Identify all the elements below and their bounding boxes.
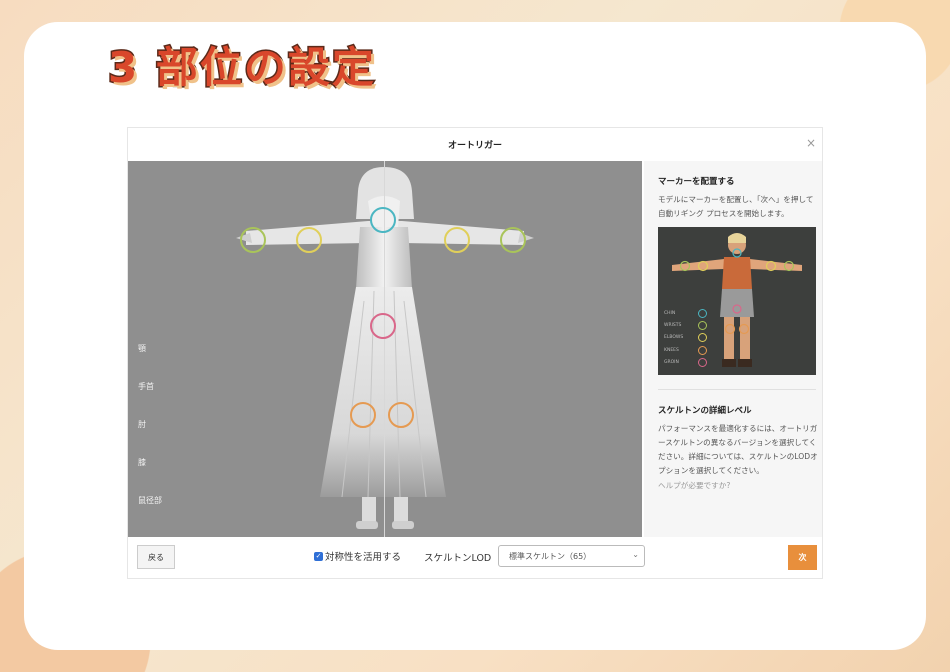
lod-selected-value: 標準スケルトン（65）	[509, 551, 592, 561]
legend-wrists: WRISTS	[664, 322, 682, 328]
wrist-marker-right[interactable]	[500, 227, 526, 253]
legend-chin: CHIN	[664, 310, 676, 316]
model-viewport[interactable]: 顎 手首 肘 膝 鼠径部	[128, 161, 642, 537]
elbow-marker-right[interactable]	[444, 227, 470, 253]
close-icon[interactable]: ×	[806, 136, 816, 150]
legend-dot-chin	[698, 308, 707, 318]
groin-marker[interactable]	[370, 313, 396, 339]
label-wrists: 手首	[138, 382, 154, 391]
checkbox-icon[interactable]: ✓	[314, 551, 323, 561]
lod-section-title: スケルトンの詳細レベル	[658, 406, 752, 416]
legend-elbows: ELBOWS	[664, 335, 684, 341]
marker-reference-image: CHIN WRISTS ELBOWS KNEES GROIN	[658, 227, 816, 375]
lod-section-text: パフォーマンスを最適化するには、オートリガースケルトンの異なるバージョンを選択し…	[658, 424, 818, 475]
skeleton-lod-label: スケルトンLOD	[424, 553, 492, 564]
legend-dot-wrists	[698, 320, 707, 330]
dialog-header: オートリガー	[128, 128, 822, 160]
marker-section-text: モデルにマーカーを配置し、「次へ」を押して自動リギング プロセスを開始します。	[658, 195, 814, 218]
label-knees: 膝	[138, 458, 146, 467]
label-chin: 顎	[138, 344, 146, 353]
divider	[658, 389, 816, 390]
symmetry-label: 対称性を活用する	[325, 552, 402, 563]
reference-legend: CHIN WRISTS ELBOWS KNEES GROIN	[664, 307, 707, 368]
skeleton-lod-select[interactable]: 標準スケルトン（65） ⌄	[498, 545, 645, 567]
legend-groin: GROIN	[664, 359, 679, 365]
knee-marker-right[interactable]	[388, 402, 414, 428]
legend-knees: KNEES	[664, 347, 679, 353]
help-link[interactable]: ヘルプが必要ですか?	[658, 480, 822, 491]
legend-dot-elbows	[698, 333, 707, 343]
knee-marker-left[interactable]	[350, 402, 376, 428]
label-groin: 鼠径部	[138, 496, 162, 505]
label-elbows: 肘	[138, 420, 146, 429]
symmetry-toggle[interactable]: ✓ 対称性を活用する	[314, 549, 401, 563]
marker-section-title: マーカーを配置する	[658, 177, 735, 187]
dialog-footer: 戻る ✓ 対称性を活用する スケルトンLOD 標準スケルトン（65） ⌄ 次	[128, 537, 822, 578]
legend-dot-knees	[698, 345, 707, 355]
back-button[interactable]: 戻る	[137, 545, 175, 569]
chevron-down-icon: ⌄	[632, 550, 639, 559]
next-button[interactable]: 次	[788, 545, 817, 570]
page-title: 3 部位の設定	[107, 42, 376, 94]
chin-marker[interactable]	[370, 207, 396, 233]
instructions-panel: マーカーを配置する モデルにマーカーを配置し、「次へ」を押して自動リギング プロ…	[644, 161, 822, 537]
marker-labels: 顎 手首 肘 膝 鼠径部	[138, 343, 162, 533]
dialog-title: オートリガー	[447, 140, 502, 151]
elbow-marker-left[interactable]	[296, 227, 322, 253]
auto-rigger-dialog: オートリガー × 顎 手首 肘 膝 鼠径部 マーカーを配置する モデルにマーカー…	[128, 128, 822, 578]
wrist-marker-left[interactable]	[240, 227, 266, 253]
legend-dot-groin	[698, 357, 707, 367]
